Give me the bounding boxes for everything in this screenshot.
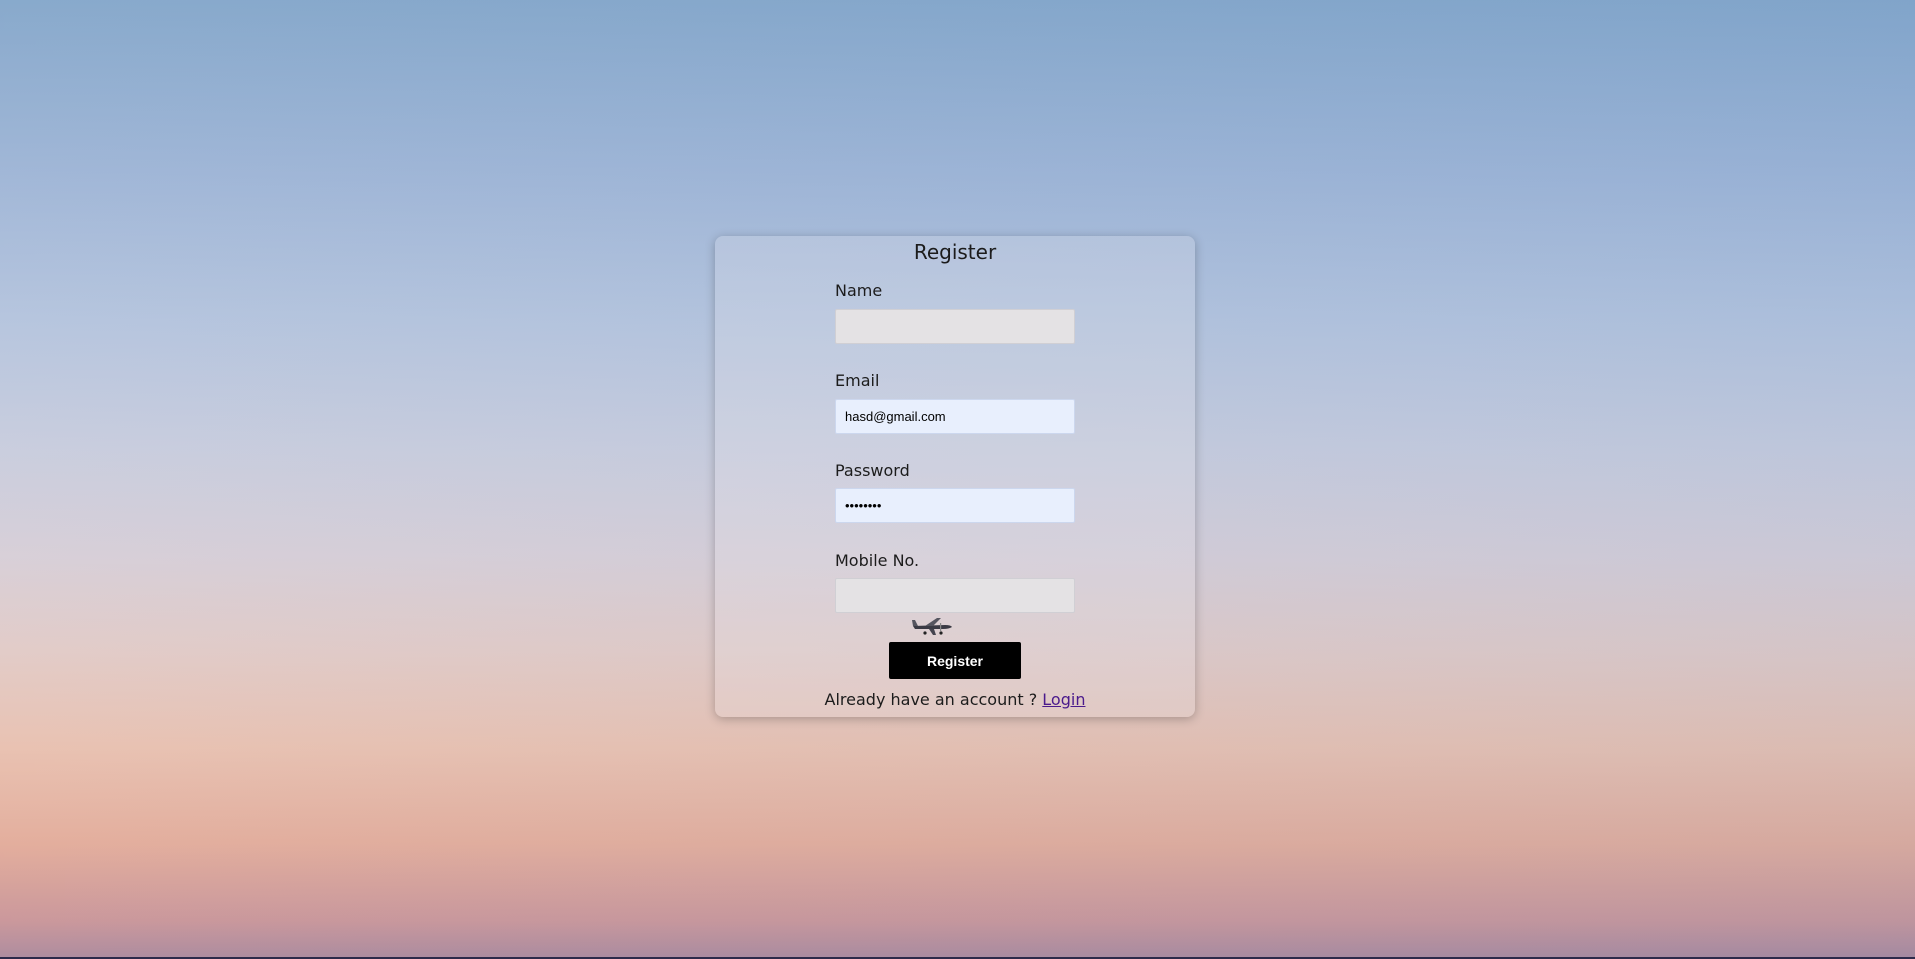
login-prompt-text: Already have an account ? (824, 690, 1038, 709)
email-label: Email (835, 371, 880, 390)
password-label: Password (835, 461, 910, 480)
page-title: Register (913, 240, 997, 264)
email-field[interactable] (835, 399, 1075, 434)
register-card: Register Name Email Password Mobile No. … (715, 236, 1195, 717)
name-label: Name (835, 281, 883, 300)
mobile-label: Mobile No. (835, 551, 920, 570)
mobile-field[interactable] (835, 578, 1075, 613)
register-button[interactable]: Register (889, 642, 1021, 679)
password-field[interactable] (835, 488, 1075, 523)
login-link[interactable]: Login (1042, 690, 1085, 709)
airplane-icon (912, 618, 952, 635)
name-field[interactable] (835, 309, 1075, 344)
login-prompt: Already have an account ? Login (715, 690, 1195, 710)
